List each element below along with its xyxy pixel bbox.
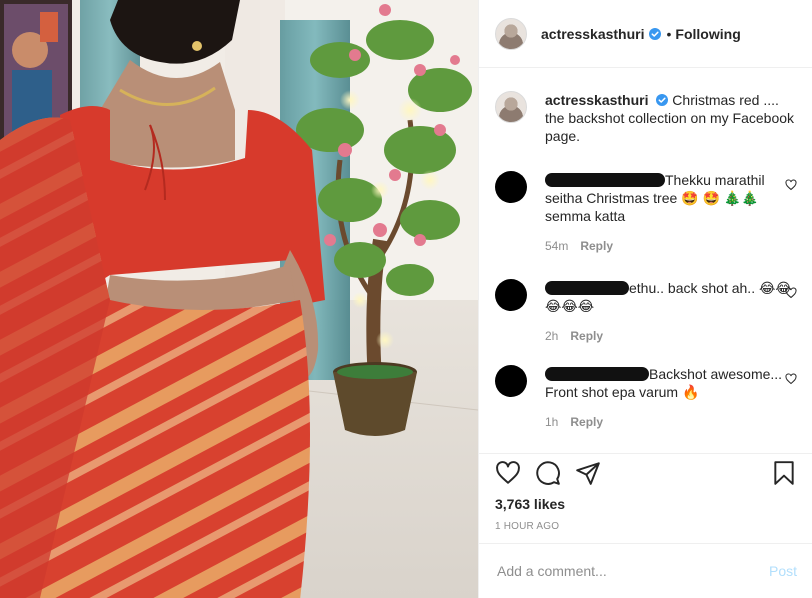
comment-meta: 2h Reply <box>545 327 797 345</box>
author-avatar[interactable] <box>495 17 527 50</box>
comment-meta: 54m Reply <box>545 237 797 255</box>
redacted-username <box>545 367 649 381</box>
comment-item: ethu.. back shot ah.. 😂😂😂😂😂 2h Reply <box>495 279 797 345</box>
caption-text: actresskasthuri Christmas red .... the b… <box>545 91 795 145</box>
post-timestamp[interactable]: 1 hour ago <box>495 521 559 532</box>
comment-meta: 1h Reply <box>545 413 797 431</box>
add-comment-bar: Post <box>479 543 812 598</box>
following-button[interactable]: Following <box>675 26 740 42</box>
verified-badge-icon <box>656 94 669 106</box>
redacted-username <box>545 281 629 295</box>
small-heart-icon[interactable] <box>785 373 797 385</box>
comment-content: ethu.. back shot ah.. 😂😂😂😂😂 2h Reply <box>545 279 797 345</box>
post-photo[interactable] <box>0 0 478 598</box>
caption-username[interactable]: actresskasthuri <box>545 92 649 108</box>
caption-author-avatar[interactable] <box>495 91 527 123</box>
paper-plane-icon[interactable] <box>575 460 601 486</box>
post-header: actresskasthuri • Following <box>479 0 812 68</box>
photo-illustration <box>0 0 478 598</box>
comment-time: 1h <box>545 415 559 429</box>
redacted-username <box>545 173 665 187</box>
reply-button[interactable]: Reply <box>570 413 603 431</box>
comment-content: Backshot awesome... Front shot epa varum… <box>545 365 797 431</box>
reply-button[interactable]: Reply <box>570 327 603 345</box>
comment-bubble-icon[interactable] <box>535 460 561 486</box>
author-username[interactable]: actresskasthuri <box>541 26 645 42</box>
heart-icon[interactable] <box>495 460 521 486</box>
commenter-avatar[interactable] <box>495 171 527 203</box>
commenter-avatar[interactable] <box>495 279 527 311</box>
commenter-avatar[interactable] <box>495 365 527 397</box>
header-separator: • <box>666 25 672 42</box>
comment-content: Thekku marathil seitha Christmas tree 🤩 … <box>545 171 797 255</box>
post-side-panel: actresskasthuri • Following actresskasth… <box>478 0 812 598</box>
comment-input[interactable] <box>495 562 769 580</box>
likes-count[interactable]: 3,763 likes <box>495 496 565 512</box>
post-actions: 3,763 likes 1 hour ago <box>479 453 812 543</box>
caption: actresskasthuri Christmas red .... the b… <box>495 91 795 145</box>
comment-time: 2h <box>545 329 559 343</box>
action-icons <box>495 460 797 488</box>
verified-badge-icon <box>648 27 661 40</box>
small-heart-icon[interactable] <box>785 179 797 191</box>
small-heart-icon[interactable] <box>785 287 797 299</box>
reply-button[interactable]: Reply <box>580 237 613 255</box>
bookmark-icon[interactable] <box>771 460 797 486</box>
post-comment-button[interactable]: Post <box>769 563 797 579</box>
comments-section[interactable]: actresskasthuri Christmas red .... the b… <box>479 69 812 453</box>
comment-item: Thekku marathil seitha Christmas tree 🤩 … <box>495 171 797 255</box>
comment-time: 54m <box>545 239 569 253</box>
instagram-post: actresskasthuri • Following actresskasth… <box>0 0 812 598</box>
comment-item: Backshot awesome... Front shot epa varum… <box>495 365 797 431</box>
